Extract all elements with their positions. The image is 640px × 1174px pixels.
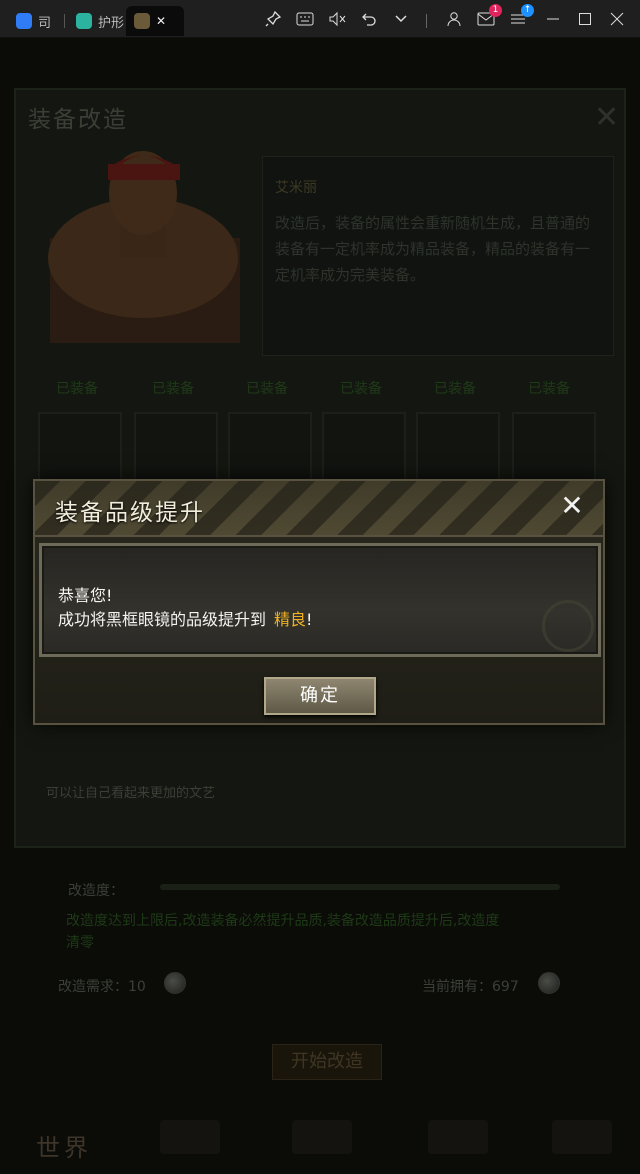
upgrade-message-suffix: !	[306, 610, 313, 629]
message-box: 恭喜您! 成功将黑框眼镜的品级提升到 精良!	[39, 543, 601, 657]
nav-anvil-icon[interactable]	[292, 1120, 352, 1154]
coin-icon	[538, 972, 560, 994]
slot-label: 已装备	[528, 381, 570, 397]
npc-portrait	[20, 138, 266, 343]
pin-icon[interactable]	[262, 8, 284, 30]
upgrade-message: 成功将黑框眼镜的品级提升到 精良!	[58, 606, 312, 630]
update-badge: ↑	[521, 4, 534, 17]
equipment-slot-weapon[interactable]	[322, 412, 406, 484]
upgrade-message-prefix: 成功将黑框眼镜的品级提升到	[58, 610, 267, 629]
user-icon[interactable]	[443, 8, 465, 30]
chevron-down-icon[interactable]	[390, 8, 412, 30]
browser-title-bar: 司 护形 ✕ 1 ↑	[0, 0, 640, 38]
requirement-text: 改造需求：10	[58, 979, 146, 995]
tab-close-icon[interactable]: ✕	[156, 14, 166, 28]
game-favicon-icon	[134, 13, 150, 29]
coin-icon	[164, 972, 186, 994]
tab-separator	[64, 14, 65, 28]
equipment-slot-hat[interactable]	[416, 412, 500, 484]
equipment-slot-helmet[interactable]	[38, 412, 122, 484]
nav-cart-icon[interactable]	[552, 1120, 612, 1154]
mail-badge: 1	[489, 4, 502, 17]
start-modify-button[interactable]: 开始改造	[272, 1044, 382, 1080]
undo-icon[interactable]	[358, 8, 380, 30]
game-canvas: 装备改造 ✕ 艾米丽 改造后，装备的属性会重新随机生成，且普通的装备有一定机率成…	[0, 38, 640, 1174]
equipment-slot-shield[interactable]	[228, 412, 312, 484]
tab-3-active[interactable]: ✕	[126, 6, 184, 36]
progress-note: 改造度达到上限后,改造装备必然提升品质,装备改造品质提升后,改造度清零	[66, 913, 500, 951]
menu-icon[interactable]: ↑	[507, 4, 534, 30]
tab-2-label: 护形	[98, 15, 125, 31]
slot-label: 已装备	[56, 381, 98, 397]
quality-label: 精良	[274, 610, 307, 629]
world-tab[interactable]: 世界	[36, 1128, 92, 1163]
minimize-icon[interactable]	[542, 8, 564, 30]
congrats-text: 恭喜您!	[58, 586, 113, 605]
upgrade-dialog: 装备品级提升 ✕ 恭喜您! 成功将黑框眼镜的品级提升到 精良! 确定	[33, 479, 605, 725]
panel-title: 装备改造	[28, 107, 128, 133]
slot-label: 已装备	[340, 381, 382, 397]
progress-label: 改造度：	[68, 883, 124, 899]
nav-shop-icon[interactable]	[428, 1120, 488, 1154]
slot-label: 已装备	[152, 381, 194, 397]
npc-description: 改造后，装备的属性会重新随机生成，且普通的装备有一定机率成为精品装备，精品的装备…	[275, 214, 591, 284]
tab-1-label: 司	[38, 15, 52, 31]
slot-label: 已装备	[246, 381, 288, 397]
slot-label: 已装备	[434, 381, 476, 397]
equipment-slot-glasses[interactable]	[512, 412, 596, 484]
nav-bag-icon[interactable]	[160, 1120, 220, 1154]
app-favicon-icon	[76, 13, 92, 29]
equipment-slot-armor[interactable]	[134, 412, 218, 484]
tab-2[interactable]: 护形	[68, 6, 132, 36]
confirm-button[interactable]: 确定	[264, 677, 376, 715]
app-favicon-icon	[16, 13, 32, 29]
maximize-icon[interactable]	[574, 8, 596, 30]
owned-text: 当前拥有：697	[422, 979, 519, 995]
npc-name: 艾米丽	[275, 180, 317, 196]
item-description: 可以让自己看起来更加的文艺	[46, 786, 216, 801]
tab-1[interactable]: 司	[8, 6, 59, 36]
progress-bar	[160, 884, 560, 890]
panel-close-icon[interactable]: ✕	[594, 100, 619, 135]
mute-icon[interactable]	[326, 8, 348, 30]
close-icon[interactable]	[606, 8, 628, 30]
dialog-close-icon[interactable]: ✕	[555, 489, 589, 523]
dialog-header: 装备品级提升 ✕	[35, 481, 603, 537]
gear-watermark-icon	[542, 600, 594, 652]
toolbar-separator	[426, 14, 427, 28]
keyboard-icon[interactable]	[294, 8, 316, 30]
mail-icon[interactable]: 1	[475, 4, 502, 30]
dialog-title: 装备品级提升	[55, 500, 205, 526]
